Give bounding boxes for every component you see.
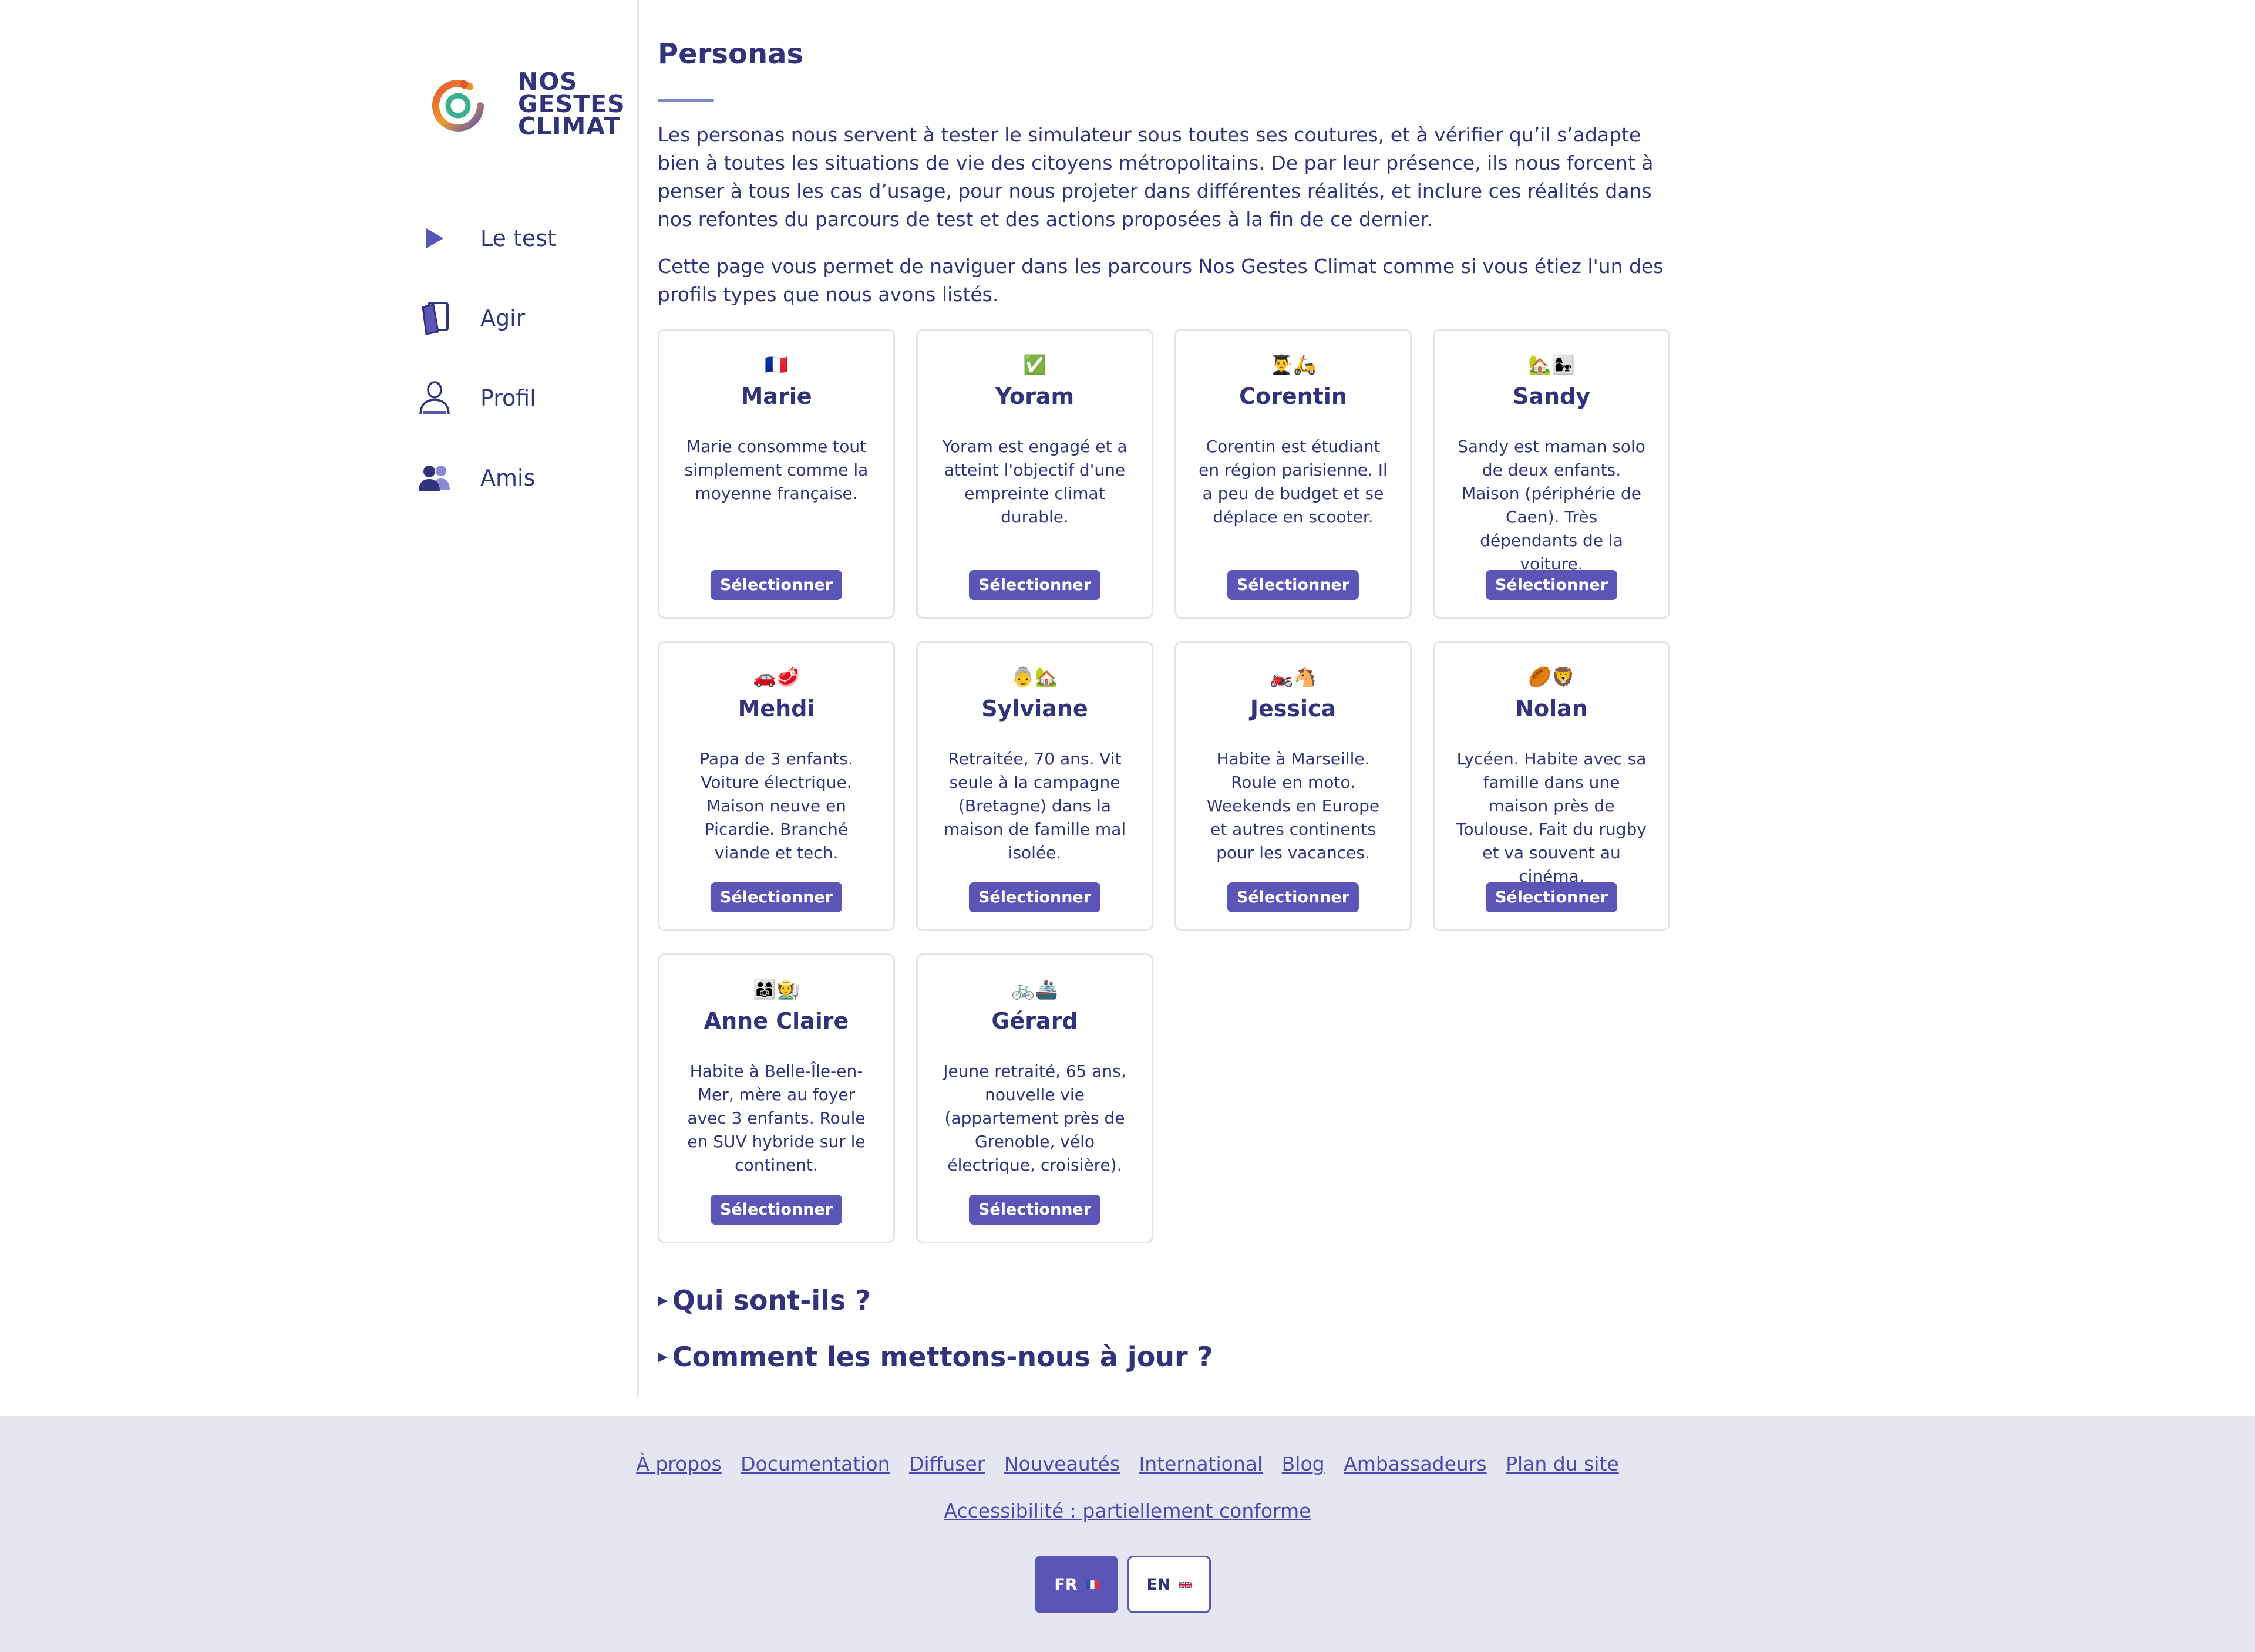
select-persona-button[interactable]: Sélectionner bbox=[1485, 570, 1618, 600]
persona-name: Corentin bbox=[1239, 383, 1347, 409]
persona-name: Jessica bbox=[1250, 696, 1337, 722]
persona-emoji: 👨‍🎓🛵 bbox=[1270, 353, 1317, 376]
select-persona-button[interactable]: Sélectionner bbox=[710, 570, 843, 600]
persona-description: Retraitée, 70 ans. Vit seule à la campag… bbox=[943, 749, 1126, 862]
logo-wordmark: NOS GESTES CLIMAT bbox=[518, 68, 625, 140]
details-mise-a-jour[interactable]: ▶ Comment les mettons-nous à jour ? bbox=[658, 1341, 1213, 1373]
persona-emoji: 🏍️🐴 bbox=[1270, 666, 1317, 688]
persona-card: 🏍️🐴 Jessica Habite à Marseille. Roule en… bbox=[1174, 641, 1412, 931]
select-persona-button[interactable]: Sélectionner bbox=[968, 570, 1101, 600]
persona-emoji: 🇫🇷 bbox=[765, 353, 788, 376]
persona-description: Sandy est maman solo de deux enfants. Ma… bbox=[1458, 437, 1645, 574]
persona-name: Sylviane bbox=[981, 696, 1088, 722]
persona-name: Sandy bbox=[1512, 383, 1591, 409]
sidebar-item-agir[interactable]: Agir bbox=[417, 295, 628, 342]
accessibility-link[interactable]: Accessibilité : partiellement conforme bbox=[944, 1499, 1311, 1522]
sidebar-item-label: Agir bbox=[480, 305, 526, 331]
persona-card: 🚗🥩 Mehdi Papa de 3 enfants. Voiture élec… bbox=[658, 641, 895, 931]
persona-description: Marie consomme tout simplement comme la … bbox=[684, 437, 869, 503]
persona-card: 🏉🦁 Nolan Lycéen. Habite avec sa famille … bbox=[1433, 641, 1670, 931]
sidebar-item-label: Amis bbox=[480, 465, 536, 491]
persona-emoji: 🏡👩‍👧 bbox=[1528, 353, 1575, 376]
details-qui-sont-ils[interactable]: ▶ Qui sont-ils ? bbox=[658, 1284, 871, 1316]
footer: À propos Documentation Diffuser Nouveaut… bbox=[0, 1416, 2255, 1652]
persona-name: Anne Claire bbox=[704, 1008, 849, 1034]
persona-card: 👵🏡 Sylviane Retraitée, 70 ans. Vit seule… bbox=[916, 641, 1153, 931]
accessibility-row: Accessibilité : partiellement conforme bbox=[0, 1499, 2255, 1522]
select-persona-button[interactable]: Sélectionner bbox=[710, 882, 843, 912]
fr-flag-icon bbox=[1085, 1580, 1099, 1589]
persona-emoji: ✅ bbox=[1023, 353, 1046, 376]
persona-description: Jeune retraité, 65 ans, nouvelle vie (ap… bbox=[943, 1061, 1126, 1175]
persona-name: Nolan bbox=[1515, 696, 1588, 722]
language-switcher: FR EN bbox=[1035, 1556, 1211, 1613]
persona-card: 🏡👩‍👧 Sandy Sandy est maman solo de deux … bbox=[1433, 329, 1670, 619]
sidebar-item-le-test[interactable]: Le test bbox=[417, 215, 628, 262]
persona-emoji: 🚲🚢 bbox=[1011, 978, 1058, 1000]
select-persona-button[interactable]: Sélectionner bbox=[968, 1195, 1101, 1225]
persona-description: Corentin est étudiant en région parisien… bbox=[1199, 437, 1388, 527]
footer-link-ambassadeurs[interactable]: Ambassadeurs bbox=[1344, 1452, 1486, 1475]
persona-name: Gérard bbox=[991, 1008, 1078, 1034]
footer-link-blog[interactable]: Blog bbox=[1282, 1452, 1325, 1475]
persona-description: Habite à Marseille. Roule en moto. Weeke… bbox=[1206, 749, 1380, 862]
logo[interactable]: NOS GESTES CLIMAT bbox=[429, 70, 625, 141]
sidebar-item-profil[interactable]: Profil bbox=[417, 375, 628, 422]
select-persona-button[interactable]: Sélectionner bbox=[1485, 882, 1618, 912]
sidebar-item-label: Le test bbox=[480, 225, 556, 251]
sidebar-item-amis[interactable]: Amis bbox=[417, 454, 628, 501]
uk-flag-icon bbox=[1179, 1580, 1192, 1589]
persona-name: Yoram bbox=[995, 383, 1075, 409]
persona-emoji: 🏉🦁 bbox=[1528, 666, 1575, 688]
lang-code: EN bbox=[1146, 1575, 1171, 1594]
footer-nav: À propos Documentation Diffuser Nouveaut… bbox=[0, 1452, 2255, 1475]
footer-link-plan-du-site[interactable]: Plan du site bbox=[1506, 1452, 1619, 1475]
logo-mark-icon bbox=[432, 80, 484, 132]
caret-right-icon: ▶ bbox=[658, 1293, 668, 1308]
cards-icon bbox=[417, 301, 452, 336]
persona-description: Habite à Belle-Île-en-Mer, mère au foyer… bbox=[687, 1061, 866, 1175]
persona-emoji: 👵🏡 bbox=[1011, 666, 1058, 688]
intro-paragraph: Les personas nous servent à tester le si… bbox=[658, 123, 1654, 231]
persona-name: Marie bbox=[741, 383, 812, 409]
persona-card: 🇫🇷 Marie Marie consomme tout simplement … bbox=[658, 329, 895, 619]
persona-card: 🚲🚢 Gérard Jeune retraité, 65 ans, nouvel… bbox=[916, 953, 1153, 1243]
select-persona-button[interactable]: Sélectionner bbox=[1227, 882, 1359, 912]
persona-description: Yoram est engagé et a atteint l'objectif… bbox=[942, 437, 1128, 527]
select-persona-button[interactable]: Sélectionner bbox=[710, 1195, 843, 1225]
play-icon bbox=[417, 221, 452, 256]
sidebar: NOS GESTES CLIMAT Le test Agir Profil Am… bbox=[405, 0, 639, 1397]
intro-paragraph: Cette page vous permet de naviguer dans … bbox=[658, 255, 1664, 306]
persona-card: 👨‍🎓🛵 Corentin Corentin est étudiant en r… bbox=[1174, 329, 1412, 619]
select-persona-button[interactable]: Sélectionner bbox=[968, 882, 1101, 912]
caret-right-icon: ▶ bbox=[658, 1349, 668, 1364]
persona-emoji: 🚗🥩 bbox=[753, 666, 800, 688]
persona-card: ✅ Yoram Yoram est engagé et a atteint l'… bbox=[916, 329, 1153, 619]
footer-link-documentation[interactable]: Documentation bbox=[741, 1452, 890, 1475]
footer-link-international[interactable]: International bbox=[1139, 1452, 1263, 1475]
persona-description: Lycéen. Habite avec sa famille dans une … bbox=[1456, 749, 1647, 886]
persona-description: Papa de 3 enfants. Voiture électrique. M… bbox=[699, 749, 853, 862]
select-persona-button[interactable]: Sélectionner bbox=[1227, 570, 1359, 600]
persona-name: Mehdi bbox=[738, 696, 815, 722]
friends-icon bbox=[417, 460, 452, 495]
title-underline bbox=[658, 99, 714, 102]
persona-card: 👨‍👩‍👧🧑‍🌾 Anne Claire Habite à Belle-Île-… bbox=[658, 953, 895, 1243]
page-title: Personas bbox=[658, 38, 804, 70]
footer-link-diffuser[interactable]: Diffuser bbox=[909, 1452, 985, 1475]
details-summary: Comment les mettons-nous à jour ? bbox=[672, 1341, 1213, 1373]
lang-fr-button[interactable]: FR bbox=[1035, 1556, 1118, 1613]
user-icon bbox=[417, 380, 452, 416]
lang-code: FR bbox=[1054, 1575, 1078, 1594]
details-summary: Qui sont-ils ? bbox=[672, 1284, 871, 1316]
lang-en-button[interactable]: EN bbox=[1128, 1556, 1211, 1613]
sidebar-item-label: Profil bbox=[480, 385, 536, 411]
footer-link-nouveautes[interactable]: Nouveautés bbox=[1004, 1452, 1120, 1475]
persona-emoji: 👨‍👩‍👧🧑‍🌾 bbox=[753, 978, 800, 1000]
page-layout: NOS GESTES CLIMAT Le test Agir Profil Am… bbox=[0, 0, 2255, 1416]
footer-link-a-propos[interactable]: À propos bbox=[636, 1452, 721, 1475]
